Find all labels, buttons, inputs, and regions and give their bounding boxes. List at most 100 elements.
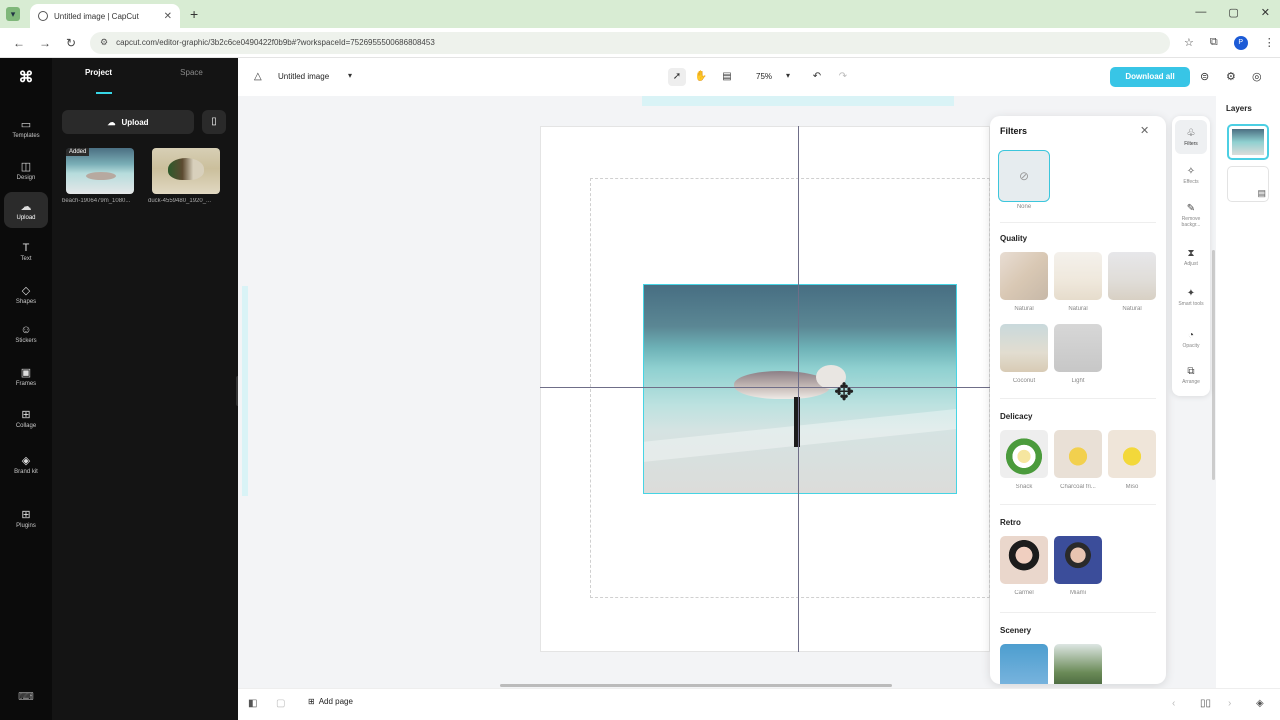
rail-item-shapes[interactable]: ◇ Shapes [4,276,48,312]
hand-tool-icon[interactable]: ✋ [692,68,710,86]
vertical-ruler [242,126,250,666]
layers-stack-icon[interactable]: ◈ [1256,698,1264,709]
capcut-logo-icon[interactable]: ⌘ [16,68,36,86]
tab-space[interactable]: Space [145,68,238,77]
background-layer-icon: ▤ [1257,188,1266,198]
upload-from-phone-button[interactable]: ▯ [202,110,226,134]
layer-item-photo[interactable] [1227,124,1269,160]
filter-light[interactable] [1054,324,1102,372]
filters-scrollbar[interactable] [1212,250,1215,480]
horizontal-scrollbar[interactable] [500,684,892,687]
thumb-caption: beach-1906479m_1080... [62,198,131,204]
filter-coconut[interactable] [1000,324,1048,372]
tool-filters[interactable]: ♧ Filters [1175,120,1207,154]
next-page-icon[interactable]: › [1228,698,1231,709]
uploaded-image-beach[interactable]: Added [66,148,134,194]
filter-label: Natural [1014,306,1034,312]
tab-project[interactable]: Project [52,68,145,77]
minimize-button[interactable]: — [1195,6,1206,19]
selected-photo[interactable] [643,284,957,494]
capcut-favicon-icon [38,11,48,21]
document-title[interactable]: Untitled image [278,72,329,81]
rail-item-plugins[interactable]: ⊞ Plugins [4,500,48,536]
tool-remove-background[interactable]: ✎ Remove backgr... [1175,198,1207,232]
browser-tab[interactable]: Untitled image | CapCut ✕ [30,4,180,28]
active-tab-indicator [96,92,112,94]
chevron-down-icon[interactable]: ▾ [786,71,790,80]
zoom-level[interactable]: 75% [756,72,772,81]
undo-icon[interactable]: ↶ [808,68,826,86]
rail-item-brand-kit[interactable]: ◈ Brand kit [4,446,48,482]
tool-effects[interactable]: ✧ Effects [1175,158,1207,192]
chevron-down-icon[interactable]: ▾ [348,71,352,80]
page-thumbnail-icon[interactable]: ▢ [276,698,285,709]
upload-button[interactable]: ☁ Upload [62,110,194,134]
back-icon[interactable]: ← [12,36,26,50]
browser-menu-icon[interactable]: ⋮ [1264,36,1275,49]
download-all-button[interactable]: Download all [1110,67,1190,87]
rail-item-frames[interactable]: ▣ Frames [4,358,48,394]
rail-item-collage[interactable]: ⊞ Collage [4,400,48,436]
redo-icon[interactable]: ↷ [834,68,852,86]
filter-carmel[interactable] [1000,536,1048,584]
select-tool-icon[interactable]: ➚ [668,68,686,86]
layer-item-background[interactable]: ▤ [1227,166,1269,202]
add-page-button[interactable]: ⊞ Add page [308,697,353,706]
close-window-button[interactable]: ✕ [1261,6,1270,19]
rail-item-design[interactable]: ◫ Design [4,152,48,188]
account-icon[interactable]: ◎ [1252,70,1262,83]
effects-icon: ✧ [1186,165,1196,177]
filter-natural-2[interactable] [1054,252,1102,300]
layout-tool-icon[interactable]: ▤ [718,68,736,86]
tool-opacity[interactable]: ◔ Opacity [1175,322,1207,356]
reload-icon[interactable]: ↻ [64,36,78,50]
settings-icon[interactable]: ⚙ [1226,70,1236,83]
filter-scenery-2[interactable] [1054,644,1102,684]
bird-thumbnail-shape [86,172,116,180]
extensions-icon[interactable]: ⧉ [1210,36,1218,49]
filter-scenery-1[interactable] [1000,644,1048,684]
download-all-label: Download all [1125,72,1175,81]
profile-avatar[interactable]: P [1233,35,1248,50]
share-icon[interactable]: ⊜ [1200,70,1209,83]
tool-arrange[interactable]: ⧉ Arrange [1175,358,1207,392]
opacity-icon: ◔ [1187,329,1195,341]
filter-charcoal[interactable] [1054,430,1102,478]
filter-miami[interactable] [1054,536,1102,584]
url-input[interactable]: ⚙ capcut.com/editor-graphic/3b2c6ce04904… [90,31,1170,54]
previous-page-icon[interactable]: ‹ [1172,698,1175,709]
filter-natural-3[interactable] [1108,252,1156,300]
cloud-sync-icon[interactable]: △ [254,71,262,82]
new-tab-button[interactable]: + [190,6,198,22]
forward-icon[interactable]: → [38,36,52,50]
filter-none[interactable]: ⊘ [998,150,1050,202]
rail-item-templates[interactable]: ▭ Templates [4,110,48,146]
rail-item-label: Plugins [16,522,36,529]
filter-label: Natural [1068,306,1088,312]
frames-icon: ▣ [20,366,32,379]
tool-smart-tools[interactable]: ✦ Smart tools [1175,280,1207,314]
bird-leg-shape [794,397,800,447]
uploaded-image-duck[interactable] [152,148,220,194]
rail-item-text[interactable]: T Text [4,234,48,270]
filter-miso[interactable] [1108,430,1156,478]
filters-icon: ♧ [1186,127,1196,139]
plugins-icon: ⊞ [21,508,31,521]
divider [1000,504,1156,505]
tool-adjust[interactable]: ⧗ Adjust [1175,240,1207,274]
bookmark-star-icon[interactable]: ☆ [1184,36,1194,49]
tab-close-icon[interactable]: ✕ [164,11,172,22]
rail-item-stickers[interactable]: ☺ Stickers [4,316,48,352]
help-icon[interactable]: ⌨ [18,690,34,703]
tab-title: Untitled image | CapCut [54,11,139,21]
tab-menu-icon[interactable]: ▾ [6,7,20,21]
maximize-button[interactable]: ▢ [1228,6,1238,19]
close-icon[interactable]: ✕ [1140,124,1149,137]
rail-item-upload[interactable]: ☁ Upload [4,192,48,228]
site-info-icon[interactable]: ⚙ [100,37,108,48]
pages-icon[interactable]: ◧ [248,698,257,709]
add-page-icon: ⊞ [308,697,315,706]
filter-natural[interactable] [1000,252,1048,300]
filter-snack[interactable] [1000,430,1048,478]
section-title: Quality [1000,234,1028,243]
